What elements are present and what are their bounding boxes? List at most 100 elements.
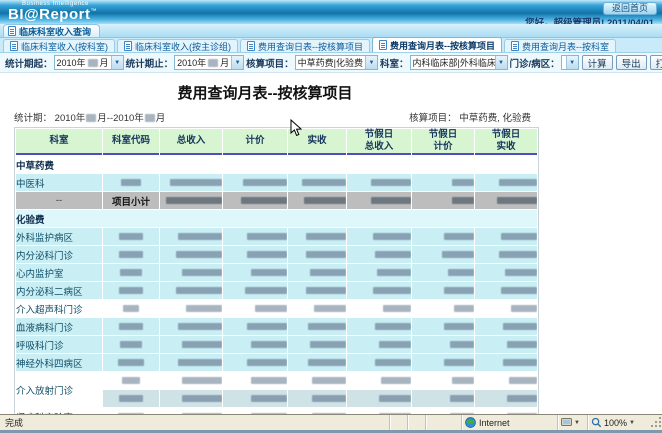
return-home-button[interactable]: 返回首页 <box>603 2 657 15</box>
value-cell <box>160 390 222 407</box>
value-cell <box>223 246 287 263</box>
redacted-value <box>306 233 346 240</box>
period-start-select[interactable]: 2010年月 ▼ <box>54 55 124 70</box>
column-header: 节假日 实收 <box>475 129 537 155</box>
redacted-value <box>450 395 474 402</box>
dropdown-arrow-icon[interactable]: ▼ <box>629 420 635 426</box>
report-tab[interactable]: 临床科室收入(按科室) <box>3 39 115 52</box>
report-tab[interactable]: 费用查询日表--按核算项目 <box>240 39 370 52</box>
redacted-value <box>118 359 144 366</box>
redacted-value <box>121 179 141 186</box>
filter-label-clinic-ward: 门诊/病区： <box>510 56 560 70</box>
redacted-value <box>247 233 287 240</box>
dept-code-cell <box>103 336 159 353</box>
value-cell <box>160 282 222 299</box>
redacted-value <box>119 287 143 294</box>
calculate-button[interactable]: 计算 <box>582 55 613 70</box>
value-cell <box>412 372 474 389</box>
resize-grip[interactable] <box>649 415 662 430</box>
value-cell <box>288 318 346 335</box>
table-row: 血液病科门诊 <box>16 318 537 335</box>
report-tab[interactable]: 费用查询月表--按科室 <box>504 39 616 52</box>
value-cell <box>223 192 287 209</box>
dept-cell: 介入超声科门诊 <box>16 300 102 317</box>
group-row: 中草药费 <box>16 156 537 173</box>
value-cell <box>475 354 537 371</box>
account-item-select[interactable]: 中草药费|化验费 ▼ <box>295 55 378 70</box>
redacted-value <box>450 341 474 348</box>
dept-cell: 血液病科门诊 <box>16 318 102 335</box>
value-cell <box>347 228 411 245</box>
redacted-month <box>208 59 218 67</box>
value-cell <box>288 192 346 209</box>
dept-code-cell <box>103 300 159 317</box>
value-cell <box>160 192 222 209</box>
redacted-value <box>503 359 537 366</box>
report-tab[interactable]: 费用查询月表--按核算项目 <box>372 37 502 52</box>
redacted-value <box>444 359 474 366</box>
period-end-select[interactable]: 2010年月 ▼ <box>174 55 244 70</box>
value-cell <box>475 318 537 335</box>
value-cell <box>475 174 537 191</box>
redacted-value <box>182 269 222 276</box>
clinic-ward-select[interactable]: ▼ <box>561 55 579 70</box>
account-item-list: 中草药费, 化验费 <box>459 113 531 124</box>
dept-code-cell <box>103 228 159 245</box>
redacted-value <box>452 179 474 186</box>
redacted-value <box>176 251 222 258</box>
dropdown-arrow-icon[interactable]: ▼ <box>111 56 123 69</box>
redacted-value <box>119 395 143 402</box>
redacted-value <box>241 197 287 204</box>
document-icon <box>247 41 255 51</box>
dept-cell: 外科监护病区 <box>16 228 102 245</box>
dropdown-arrow-icon[interactable]: ▼ <box>365 56 377 69</box>
dropdown-arrow-icon[interactable]: ▼ <box>574 420 580 426</box>
redacted-value <box>444 323 474 330</box>
value-cell <box>475 372 537 389</box>
redacted-value <box>255 305 287 312</box>
dept-cell: 介入放射门诊 <box>16 372 102 407</box>
dropdown-arrow-icon[interactable]: ▼ <box>566 56 578 69</box>
value-cell <box>347 246 411 263</box>
table-row: --项目小计 <box>16 192 537 209</box>
report-title: 费用查询月表--按核算项目 <box>0 82 530 103</box>
dropdown-arrow-icon[interactable]: ▼ <box>231 56 243 69</box>
value-cell <box>347 336 411 353</box>
redacted-value <box>178 233 222 240</box>
value-cell <box>412 282 474 299</box>
value-cell <box>223 354 287 371</box>
column-header: 节假日 总收入 <box>347 129 411 155</box>
value-cell <box>412 264 474 281</box>
department-select[interactable]: 内科临床部|外科临床部 ▼ <box>410 55 508 70</box>
primary-tab-income-query[interactable]: 临床科室收入查询 <box>3 24 100 37</box>
redacted-value <box>505 269 537 276</box>
redacted-value <box>501 287 537 294</box>
report-tab[interactable]: 临床科室收入(按主诊组) <box>117 39 238 52</box>
redacted-value <box>373 233 411 240</box>
dropdown-arrow-icon[interactable]: ▼ <box>495 56 507 69</box>
table-row: 心内监护室 <box>16 264 537 281</box>
value-cell <box>288 264 346 281</box>
export-button[interactable]: 导出 <box>616 55 647 70</box>
redacted-value <box>509 377 537 384</box>
primary-nav-band: 临床科室收入查询 <box>0 24 662 38</box>
protected-mode-panel[interactable]: ▼ <box>557 415 587 430</box>
period-part3: 月 <box>156 113 166 124</box>
value-cell <box>412 300 474 317</box>
value-cell <box>412 336 474 353</box>
redacted-value <box>182 395 222 402</box>
subtotal-label-cell: 项目小计 <box>103 192 159 209</box>
value-cell <box>160 336 222 353</box>
print-button[interactable]: 打印 <box>650 55 662 70</box>
value-cell <box>288 282 346 299</box>
value-cell <box>288 228 346 245</box>
value-cell <box>288 174 346 191</box>
table-row: 介入超声科门诊 <box>16 300 537 317</box>
redacted-value <box>182 341 222 348</box>
value-cell <box>288 390 346 407</box>
value-cell <box>160 228 222 245</box>
group-label: 化验费 <box>16 210 537 227</box>
zoom-panel[interactable]: 100% ▼ <box>587 415 649 430</box>
redacted-value <box>442 251 474 258</box>
value-cell <box>223 372 287 389</box>
